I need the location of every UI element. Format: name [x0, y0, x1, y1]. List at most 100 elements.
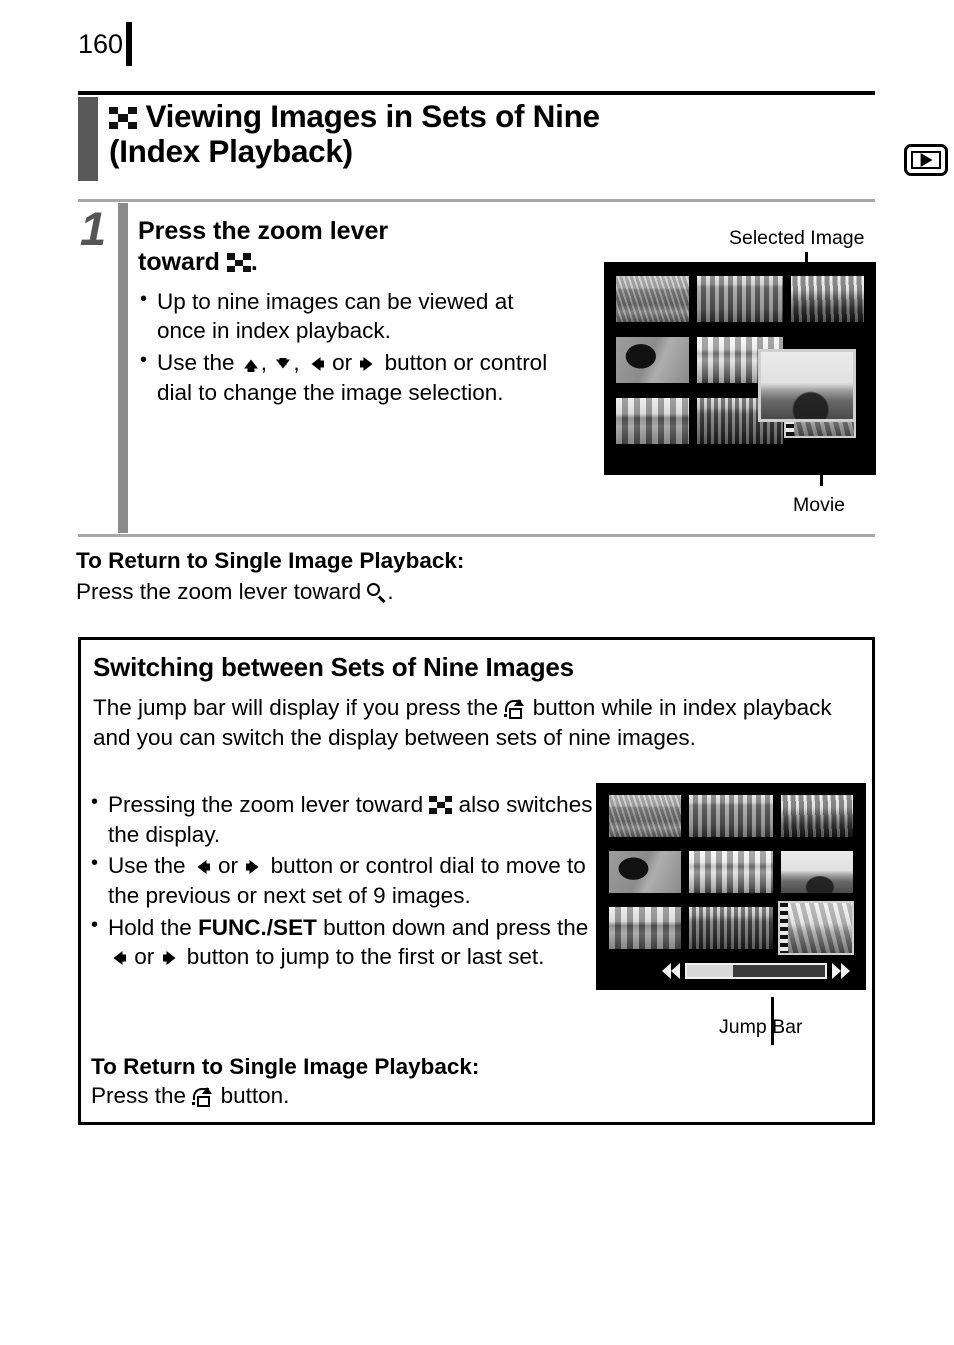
thumbnail-cell[interactable]	[689, 789, 773, 843]
riverside-skyline-photo	[608, 906, 682, 950]
page-number-rule	[126, 22, 133, 66]
func-set-button-label: FUNC./SET	[198, 914, 317, 940]
jump-bar-fill	[687, 965, 733, 977]
bullet-use-buttons-t2: ,	[260, 349, 274, 375]
playback-mode-icon	[904, 144, 948, 176]
switching-return-prefix: Press the	[91, 1083, 187, 1108]
return-to-single-title: To Return to Single Image Playback:	[76, 548, 465, 573]
section-title-line-1: Viewing Images in Sets of Nine	[109, 98, 875, 134]
arrow-right-icon	[358, 355, 378, 373]
bullet-use-buttons-t3: ,	[293, 349, 306, 375]
bullet-zoom-lever-t1: Pressing the zoom lever toward	[108, 792, 430, 817]
thumbnail-cell[interactable]	[603, 789, 687, 843]
arrow-left-icon	[306, 355, 326, 373]
jump-bar[interactable]	[662, 963, 850, 979]
double-arrow-right-icon[interactable]	[832, 963, 850, 979]
ornate-building-photo	[689, 794, 773, 838]
arrow-right-icon	[244, 858, 264, 876]
cathedral-photo	[780, 794, 854, 838]
switching-return-title: To Return to Single Image Playback:	[91, 1054, 480, 1079]
thumbnail-cell[interactable]	[603, 901, 687, 955]
switching-box-paragraph: The jump bar will display if you press t…	[93, 693, 863, 752]
switching-para-t1: The jump bar will display if you press t…	[93, 695, 505, 720]
jump-button-icon	[504, 699, 526, 719]
selected-image-thumbnail[interactable]	[758, 349, 856, 422]
arrow-left-icon	[108, 949, 128, 967]
magnifier-zoom-icon	[367, 583, 387, 603]
colonnade-hall-photo	[689, 850, 773, 894]
bullet-use-buttons-t1: Use the	[157, 349, 241, 375]
aerial-city-photo	[608, 794, 682, 838]
harbour-bridge-photo	[780, 850, 854, 894]
thumbnail-cell[interactable]	[610, 391, 696, 451]
index-checkerboard-icon	[226, 253, 251, 273]
switching-box-title: Switching between Sets of Nine Images	[93, 652, 574, 682]
return-to-single-suffix: .	[387, 579, 394, 604]
thumbnail-cell[interactable]	[603, 845, 687, 899]
thumbnail-cell[interactable]	[610, 330, 696, 390]
bird-photo	[608, 850, 682, 894]
bird-photo	[615, 336, 690, 384]
step-1-body: Press the zoom lever toward . Up to nine…	[138, 216, 568, 409]
cathedral-photo	[790, 275, 865, 322]
index-checkerboard-icon	[109, 107, 137, 129]
double-arrow-left-icon[interactable]	[662, 963, 680, 979]
section-header-rule	[78, 91, 875, 95]
arrow-down-icon	[273, 355, 293, 373]
bullet-use-buttons: Use the , , or button or control dial to…	[138, 347, 568, 407]
arrow-left-icon	[192, 858, 212, 876]
bullet-prev-next-t1: Use the	[108, 853, 192, 879]
section-header-accent-bar	[78, 97, 98, 181]
index-playback-screen	[604, 262, 876, 475]
return-to-single-prefix: Press the zoom lever toward	[76, 579, 362, 604]
jump-bar-screen	[596, 783, 866, 990]
section-header: Viewing Images in Sets of Nine (Index Pl…	[78, 97, 875, 181]
switching-box-bullet-list: Pressing the zoom lever toward also swit…	[89, 789, 594, 974]
thumbnail-cell[interactable]	[775, 789, 859, 843]
thumbnail-cell[interactable]	[610, 269, 696, 329]
page-number: 160	[78, 28, 124, 59]
arrow-right-icon	[161, 949, 181, 967]
ornate-building-photo	[697, 275, 783, 322]
playback-mode-icon-triangle	[920, 153, 933, 167]
arrow-up-icon	[241, 355, 261, 373]
step-1-title: Press the zoom lever toward .	[138, 216, 568, 279]
step-1-title-prefix: Press the zoom lever	[138, 217, 389, 245]
step-divider-bottom	[78, 534, 875, 537]
thumbnail-cell[interactable]	[689, 845, 773, 899]
section-title-text-1: Viewing Images in Sets of Nine	[145, 98, 600, 134]
jump-button-icon	[192, 1087, 214, 1107]
bullet-func-set-t1: Hold the	[108, 914, 199, 940]
switching-sets-box: Switching between Sets of Nine Images Th…	[78, 637, 875, 1125]
bullet-prev-next-set: Use the or button or control dial to mov…	[89, 850, 594, 910]
thumbnail-cell[interactable]	[775, 845, 859, 899]
bullet-use-buttons-t4: or	[325, 349, 359, 375]
bullet-func-set-jump: Hold the FUNC./SET button down and press…	[89, 912, 594, 972]
callout-movie-label: Movie	[793, 494, 846, 516]
bullet-zoom-lever-switch: Pressing the zoom lever toward also swit…	[89, 789, 594, 849]
thumbnail-cell[interactable]	[697, 269, 783, 329]
thumbnail-cell[interactable]	[689, 901, 773, 955]
page-number-block: 160	[78, 22, 133, 66]
riverside-skyline-photo	[615, 398, 690, 445]
aerial-city-photo	[615, 275, 690, 322]
step-number: 1	[80, 202, 107, 255]
switching-return-instruction: Press the button.	[91, 1083, 611, 1109]
return-to-single-instruction: Press the zoom lever toward .	[76, 579, 676, 605]
switching-box-return-section: To Return to Single Image Playback: Pres…	[91, 1054, 611, 1109]
switching-return-suffix: button.	[220, 1083, 290, 1108]
movie-thumbnail[interactable]	[778, 901, 854, 955]
bullet-nine-images: Up to nine images can be viewed at once …	[138, 285, 568, 346]
jump-bar-track[interactable]	[685, 963, 827, 979]
step-accent-bar	[118, 203, 128, 533]
bullet-nine-images-text: Up to nine images can be viewed at once …	[157, 288, 514, 344]
harbour-bridge-photo	[761, 352, 853, 419]
bullet-func-set-t4: button to jump to the first or last set.	[180, 944, 545, 970]
thumbnail-cell[interactable]	[784, 269, 870, 329]
step-1-bullet-list: Up to nine images can be viewed at once …	[138, 285, 568, 408]
filmstrip-sprockets-icon	[780, 903, 788, 953]
step-1-title-suffix: toward	[138, 248, 220, 277]
bullet-func-set-t3: or	[128, 944, 161, 970]
bullet-prev-next-t2: or	[211, 853, 245, 879]
section-header-text: Viewing Images in Sets of Nine (Index Pl…	[109, 97, 875, 170]
